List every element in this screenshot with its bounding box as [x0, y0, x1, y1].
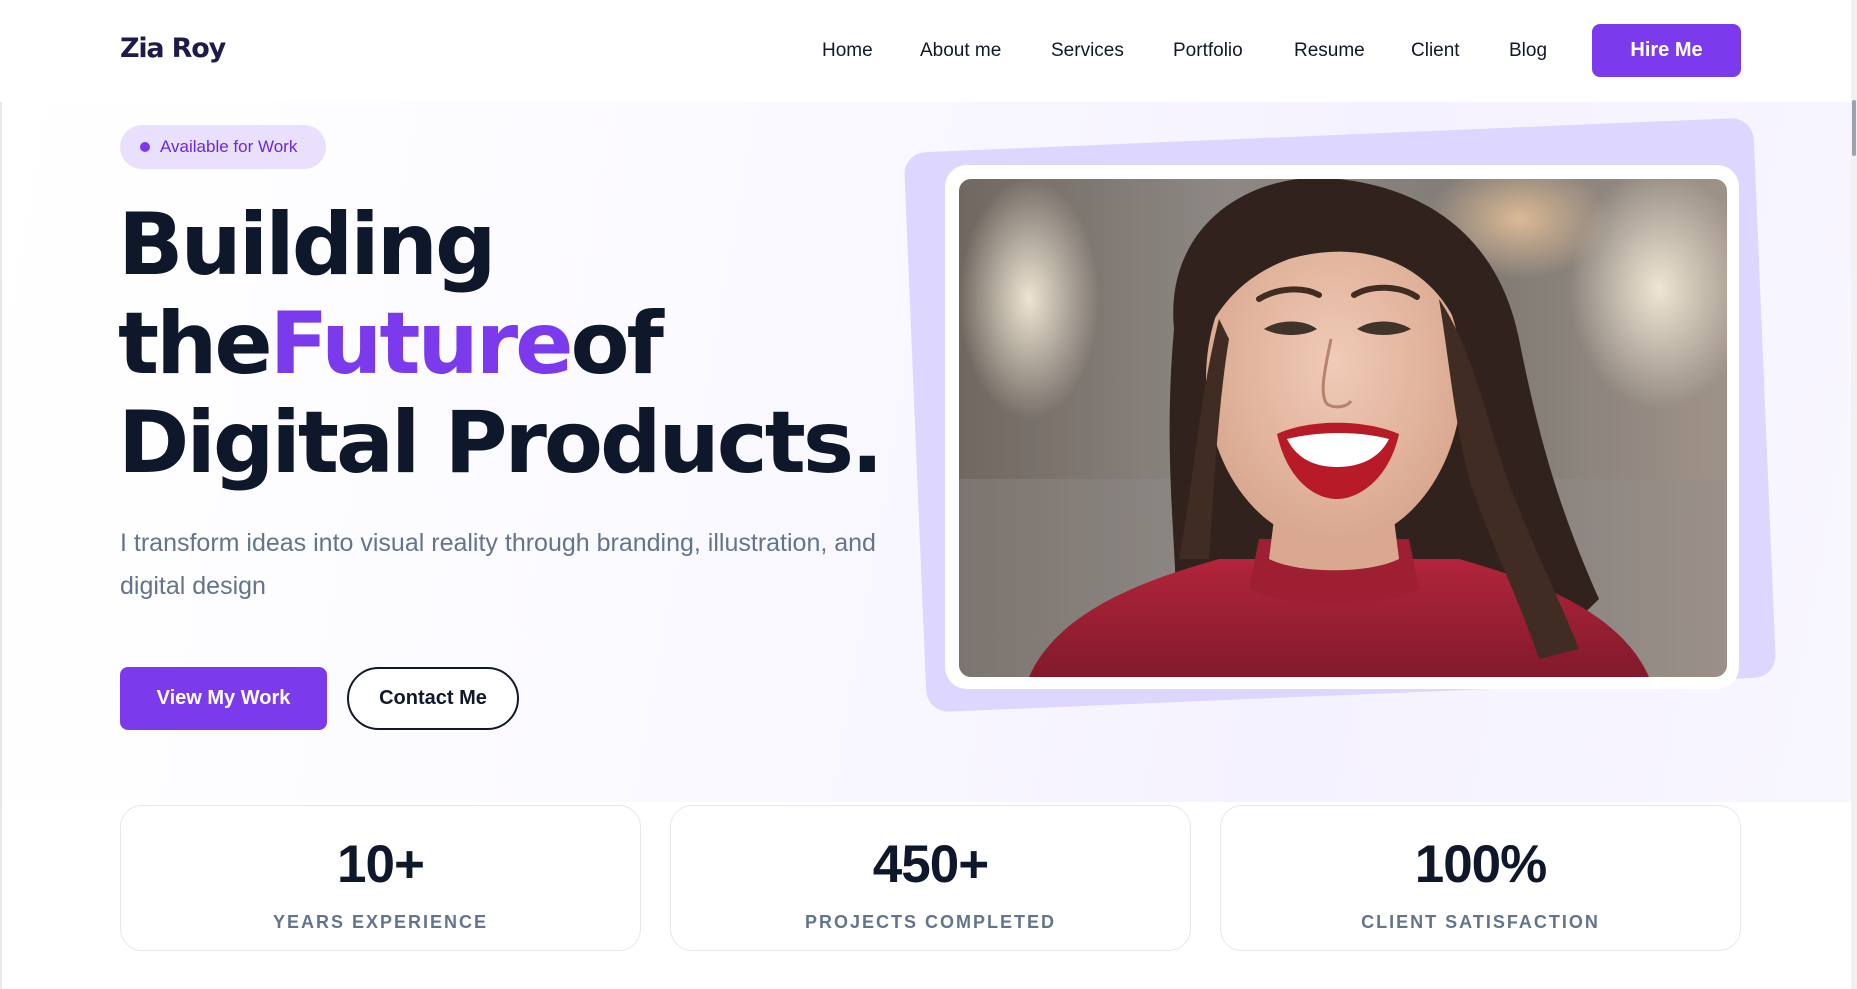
site-logo[interactable]: Zia Roy — [120, 33, 226, 64]
headline-line-1: Building — [118, 195, 497, 295]
hire-me-button[interactable]: Hire Me — [1592, 24, 1741, 77]
status-dot-icon — [140, 142, 150, 152]
stat-value: 450+ — [872, 835, 989, 894]
stat-card-projects: 450+ PROJECTS COMPLETED — [670, 805, 1191, 951]
portrait-photo — [959, 179, 1727, 677]
headline-of: of — [570, 294, 663, 394]
window-edge — [0, 0, 2, 989]
contact-me-button[interactable]: Contact Me — [347, 667, 519, 730]
nav-client[interactable]: Client — [1411, 40, 1460, 62]
headline-accent-word: Future — [269, 294, 574, 394]
stat-label: CLIENT SATISFACTION — [1361, 912, 1600, 932]
view-my-work-button[interactable]: View My Work — [120, 667, 327, 730]
headline-line-2: theFutureof — [118, 295, 881, 394]
availability-badge: Available for Work — [120, 125, 326, 169]
stat-card-experience: 10+ YEARS EXPERIENCE — [120, 805, 641, 951]
headline-line-3: Digital Products. — [118, 393, 884, 493]
availability-text: Available for Work — [160, 137, 298, 156]
hero-subtitle: I transform ideas into visual reality th… — [120, 529, 876, 600]
nav-home[interactable]: Home — [822, 40, 873, 62]
page: Zia Roy Home About me Services Portfolio… — [0, 0, 1857, 989]
nav-portfolio[interactable]: Portfolio — [1173, 40, 1243, 62]
site-header: Zia Roy Home About me Services Portfolio… — [0, 0, 1857, 102]
stat-label: PROJECTS COMPLETED — [804, 912, 1057, 932]
stat-card-satisfaction: 100% CLIENT SATISFACTION — [1220, 805, 1741, 951]
stat-value: 100% — [1414, 835, 1548, 894]
nav-blog[interactable]: Blog — [1509, 40, 1547, 62]
stat-value: 10+ — [337, 835, 425, 894]
hero-headline: Building theFutureof Digital Products. — [118, 195, 884, 493]
nav-about-me[interactable]: About me — [920, 40, 1001, 62]
nav-resume[interactable]: Resume — [1294, 40, 1365, 62]
scrollbar-thumb[interactable] — [1852, 100, 1856, 156]
stat-label: YEARS EXPERIENCE — [272, 912, 489, 932]
page-scrollbar[interactable] — [1851, 0, 1857, 989]
nav-services[interactable]: Services — [1051, 40, 1124, 62]
headline-the: the — [118, 294, 273, 394]
